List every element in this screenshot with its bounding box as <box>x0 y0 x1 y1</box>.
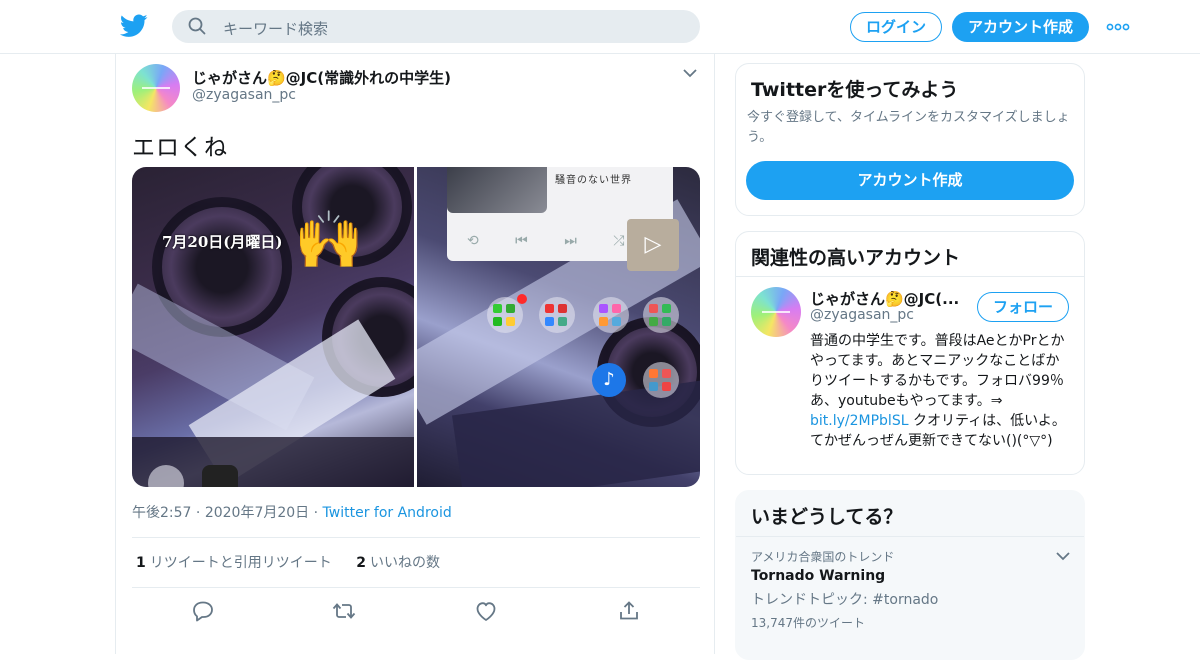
player-controls: ⟲ ⏮ ⏭ ⤮ <box>467 233 641 249</box>
search-icon <box>188 17 206 35</box>
trend-name[interactable]: Tornado Warning <box>751 568 885 584</box>
user-display-name[interactable]: じゃがさん🤔@JC(常識外れの中学生) <box>192 67 451 88</box>
retweets-stat[interactable]: 1 リツイートと引用リツイート <box>136 555 332 571</box>
trend-tweet-count: 13,747件のツイート <box>751 616 865 630</box>
likes-label: いいねの数 <box>369 555 440 571</box>
tweet-date: 2020年7月20日 <box>204 505 310 521</box>
retweets-label: リツイートと引用リツイート <box>149 555 332 571</box>
signup-card-description: 今すぐ登録して、タイムラインをカスタマイズしましょう。 <box>747 110 1070 145</box>
tweet-image-1[interactable]: 7月20日(月曜日) 🙌 <box>132 167 414 487</box>
top-navigation-bar: キーワード検索 ログイン アカウント作成 <box>0 0 1200 54</box>
player-track-title: 騒音のない世界 <box>555 175 632 186</box>
twitter-bird-icon[interactable] <box>120 14 148 38</box>
reply-icon[interactable] <box>191 600 215 622</box>
raising-hands-emoji: 🙌 <box>294 208 364 273</box>
tweet-detail: じゃがさん🤔@JC(常識外れの中学生) @zyagasan_pc エロくね 7月… <box>115 54 715 654</box>
tweet-stats: 1 リツイートと引用リツイート 2 いいねの数 <box>136 552 440 572</box>
related-accounts-title: 関連性の高いアカウント <box>751 247 961 269</box>
image-date-caption: 7月20日(月曜日) <box>162 233 283 251</box>
tweet-media[interactable]: 7月20日(月曜日) 🙌 騒音のない世界 ⟲ ⏮ ⏭ ⤮ ▷ ♪ <box>132 167 700 487</box>
trends-card: いまどうしてる？ アメリカ合衆国のトレンド Tornado Warning トレ… <box>735 490 1085 660</box>
chevron-down-icon[interactable] <box>683 68 697 78</box>
signup-button[interactable]: アカウント作成 <box>952 12 1089 42</box>
search-input[interactable]: キーワード検索 <box>172 10 700 43</box>
likes-stat[interactable]: 2 いいねの数 <box>356 555 440 571</box>
related-accounts-card: 関連性の高いアカウント じゃがさん🤔@JC(... @zyagasan_pc フ… <box>735 231 1085 475</box>
divider <box>132 587 700 588</box>
avatar[interactable] <box>132 64 180 112</box>
tweet-metadata: 午後2:57 · 2020年7月20日 · Twitter for Androi… <box>132 505 452 521</box>
search-placeholder: キーワード検索 <box>223 20 329 38</box>
related-account-bio: 普通の中学生です。普段はAeとかPrとかやってます。あとマニアックなことばかりツ… <box>810 331 1072 451</box>
related-account-name[interactable]: じゃがさん🤔@JC(... <box>810 288 970 309</box>
related-account-handle[interactable]: @zyagasan_pc <box>810 307 914 323</box>
bio-text: 普通の中学生です。普段はAeとかPrとかやってます。あとマニアックなことばかりツ… <box>810 333 1065 409</box>
login-button[interactable]: ログイン <box>850 12 942 42</box>
tweet-time: 午後2:57 <box>132 505 192 521</box>
signup-card: Twitterを使ってみよう 今すぐ登録して、タイムラインをカスタマイズしましょ… <box>735 63 1085 216</box>
trends-title: いまどうしてる？ <box>751 506 903 528</box>
like-heart-icon[interactable] <box>474 600 498 622</box>
play-icon: ▷ <box>627 219 679 271</box>
tweet-image-2[interactable]: 騒音のない世界 ⟲ ⏮ ⏭ ⤮ ▷ ♪ <box>417 167 700 487</box>
divider <box>736 276 1084 277</box>
trend-location: アメリカ合衆国のトレンド <box>751 550 895 564</box>
follow-button[interactable]: フォロー <box>977 292 1069 322</box>
divider <box>736 536 1084 537</box>
tweet-text: エロくね <box>132 135 228 161</box>
music-note-icon: ♪ <box>592 363 626 397</box>
retweets-count: 1 <box>136 555 146 571</box>
more-options-icon[interactable] <box>1106 18 1130 36</box>
avatar[interactable] <box>751 287 801 337</box>
retweet-icon[interactable] <box>332 600 356 622</box>
chevron-down-icon[interactable] <box>1056 551 1070 561</box>
user-handle[interactable]: @zyagasan_pc <box>192 87 296 103</box>
likes-count: 2 <box>356 555 366 571</box>
share-icon[interactable] <box>617 600 641 622</box>
trend-topic: トレンドトピック: #tornado <box>751 592 939 608</box>
signup-card-button[interactable]: アカウント作成 <box>746 161 1074 200</box>
signup-card-title: Twitterを使ってみよう <box>751 79 959 101</box>
divider <box>132 537 700 538</box>
bio-link[interactable]: bit.ly/2MPblSL <box>810 413 909 429</box>
tweet-source-link[interactable]: Twitter for Android <box>323 505 452 521</box>
